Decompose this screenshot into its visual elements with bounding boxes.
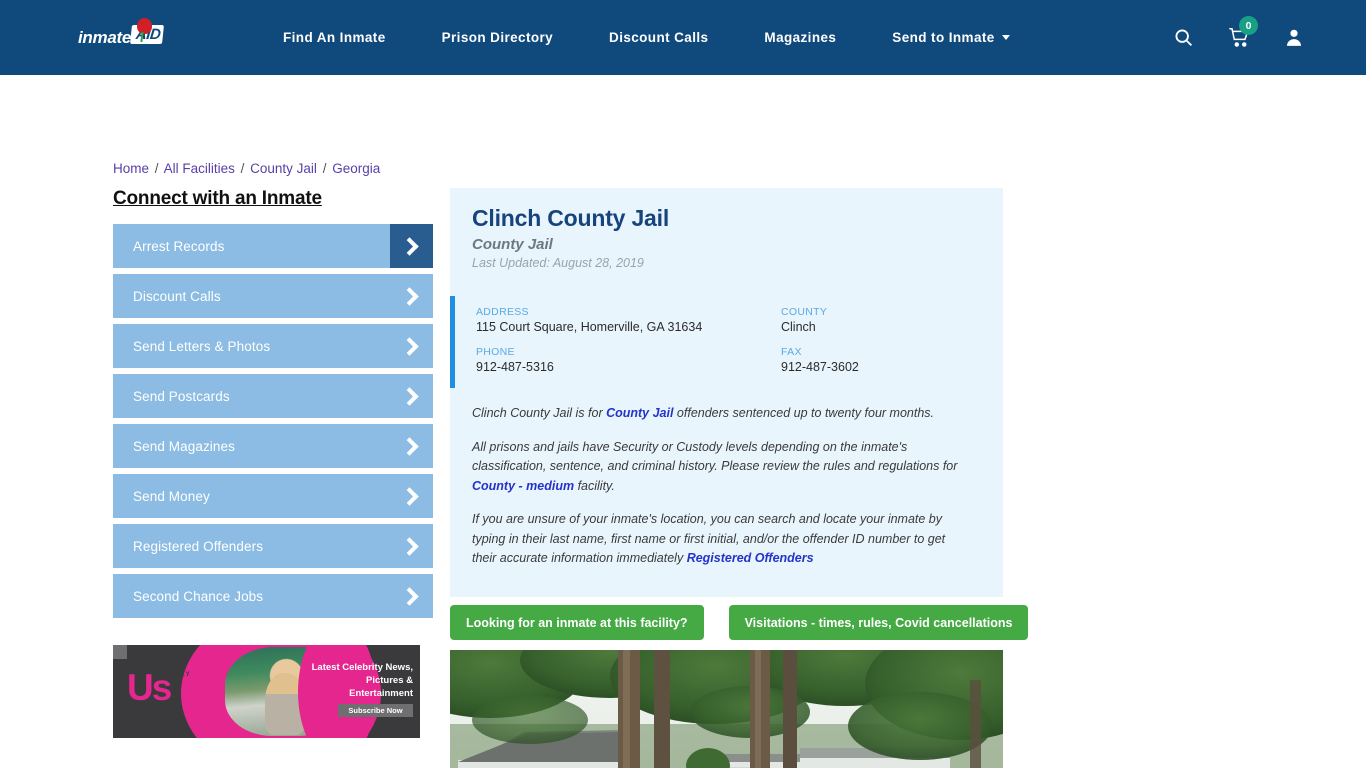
info-value: Clinch (781, 320, 816, 334)
facility-photo-image: SHERIFF'S DEPARTMENT (450, 650, 1003, 768)
info-label: ADDRESS (476, 306, 529, 318)
search-icon[interactable] (1173, 27, 1194, 48)
sidebar-item-label: Send Postcards (133, 388, 230, 404)
info-label: COUNTY (781, 306, 828, 318)
info-field-phone: PHONE 912-487-5316 (476, 346, 781, 374)
ad-copy-text: Latest Celebrity News, Pictures & Entert… (311, 662, 413, 699)
facility-info-panel: Clinch County Jail County Jail Last Upda… (450, 188, 1003, 597)
site-logo[interactable]: AID inmate (78, 18, 182, 54)
breadcrumb-separator: / (154, 161, 159, 176)
sidebar-item-label: Registered Offenders (133, 538, 264, 554)
cta-button-row: Looking for an inmate at this facility? … (450, 605, 1029, 640)
user-icon[interactable] (1284, 27, 1304, 48)
chevron-right-icon (390, 524, 433, 568)
nav-label: Find An Inmate (283, 30, 386, 45)
nav-item-send-to-inmate[interactable]: Send to Inmate (864, 0, 1037, 75)
looking-for-inmate-button[interactable]: Looking for an inmate at this facility? (450, 605, 704, 640)
breadcrumb-item-all-facilities[interactable]: All Facilities (164, 161, 235, 176)
chevron-right-icon (390, 474, 433, 518)
accent-bar (450, 296, 455, 388)
sidebar-title: Connect with an Inmate (113, 188, 322, 209)
link-county-jail[interactable]: County Jail (606, 406, 673, 420)
visitations-button[interactable]: Visitations - times, rules, Covid cancel… (728, 605, 1029, 640)
sidebar-item-label: Discount Calls (133, 288, 221, 304)
breadcrumb: Home / All Facilities / County Jail / Ge… (113, 161, 380, 176)
info-field-address: ADDRESS 115 Court Square, Homerville, GA… (476, 306, 781, 334)
facility-photo: SHERIFF'S DEPARTMENT (450, 650, 1003, 768)
site-header: AID inmate Find An Inmate Prison Directo… (0, 0, 1366, 75)
sidebar-item-send-magazines[interactable]: Send Magazines (113, 424, 433, 468)
sidebar-item-registered-offenders[interactable]: Registered Offenders (113, 524, 433, 568)
info-value: 115 Court Square, Homerville, GA 31634 (476, 320, 703, 334)
chevron-right-icon (390, 574, 433, 618)
sidebar-item-second-chance-jobs[interactable]: Second Chance Jobs (113, 574, 433, 618)
info-label: PHONE (476, 346, 515, 358)
nav-label: Send to Inmate (892, 30, 995, 45)
sidebar-item-arrest-records[interactable]: Arrest Records (113, 224, 433, 268)
ad-corner-marker (113, 645, 127, 659)
info-label: FAX (781, 346, 802, 358)
desc-text: All prisons and jails have Security or C… (472, 439, 958, 474)
link-registered-offenders[interactable]: Registered Offenders (687, 551, 814, 565)
description-paragraph-3: If you are unsure of your inmate's locat… (472, 510, 969, 569)
description-paragraph-1: Clinch County Jail is for County Jail of… (472, 404, 969, 424)
nav-label: Magazines (764, 30, 837, 45)
sidebar-item-discount-calls[interactable]: Discount Calls (113, 274, 433, 318)
sidebar-item-label: Arrest Records (133, 238, 225, 254)
nav-label: Discount Calls (609, 30, 709, 45)
chevron-right-icon (390, 424, 433, 468)
nav-item-magazines[interactable]: Magazines (736, 0, 864, 75)
ad-subscribe-button[interactable]: Subscribe Now (338, 704, 413, 717)
logo-wordmark: inmate (78, 28, 131, 47)
header-icons: 0 (1173, 0, 1304, 75)
description-paragraph-2: All prisons and jails have Security or C… (472, 438, 969, 497)
advertisement-banner[interactable]: Us WEEKLY Latest Celebrity News, Picture… (113, 645, 420, 738)
sidebar-item-label: Send Money (133, 488, 210, 504)
breadcrumb-item-georgia[interactable]: Georgia (332, 161, 380, 176)
cart-icon[interactable]: 0 (1228, 16, 1258, 48)
sidebar-item-label: Send Magazines (133, 438, 235, 454)
chevron-right-icon (390, 324, 433, 368)
logo-balloon-icon (137, 18, 152, 34)
nav-item-find-an-inmate[interactable]: Find An Inmate (255, 0, 414, 75)
facility-description: Clinch County Jail is for County Jail of… (472, 388, 969, 569)
desc-text: facility. (574, 478, 615, 493)
sidebar-item-send-money[interactable]: Send Money (113, 474, 433, 518)
breadcrumb-separator: / (240, 161, 245, 176)
breadcrumb-item-county-jail[interactable]: County Jail (250, 161, 317, 176)
chevron-right-icon (390, 374, 433, 418)
page-title: Clinch County Jail (472, 205, 670, 231)
breadcrumb-separator: / (322, 161, 327, 176)
nav-item-prison-directory[interactable]: Prison Directory (414, 0, 581, 75)
info-value: 912-487-5316 (476, 360, 554, 374)
chevron-right-icon (390, 224, 433, 268)
last-updated: Last Updated: August 28, 2019 (472, 256, 644, 270)
info-value: 912-487-3602 (781, 360, 859, 374)
sidebar-item-label: Second Chance Jobs (133, 588, 264, 604)
facility-type: County Jail (472, 236, 553, 253)
info-field-county: COUNTY Clinch (781, 306, 1003, 334)
link-county-medium[interactable]: County - medium (472, 479, 574, 493)
sidebar: Connect with an Inmate Arrest Records Di… (113, 188, 433, 624)
ad-brand-sublabel: WEEKLY (157, 672, 192, 678)
sidebar-item-send-postcards[interactable]: Send Postcards (113, 374, 433, 418)
cart-count-badge: 0 (1239, 16, 1258, 35)
page-body: Home / All Facilities / County Jail / Ge… (0, 75, 1366, 768)
nav-item-discount-calls[interactable]: Discount Calls (581, 0, 736, 75)
desc-text: offenders sentenced up to twenty four mo… (673, 406, 935, 420)
desc-text: Clinch County Jail is for (472, 406, 607, 420)
chevron-right-icon (390, 274, 433, 318)
nav-label: Prison Directory (441, 30, 554, 45)
breadcrumb-item-home[interactable]: Home (113, 161, 149, 176)
contact-info-block: ADDRESS 115 Court Square, Homerville, GA… (450, 296, 1003, 388)
chevron-down-icon (1001, 35, 1010, 40)
main-nav: Find An Inmate Prison Directory Discount… (255, 0, 1038, 75)
sidebar-item-label: Send Letters & Photos (133, 338, 271, 354)
sidebar-item-send-letters-photos[interactable]: Send Letters & Photos (113, 324, 433, 368)
info-field-fax: FAX 912-487-3602 (781, 346, 1003, 374)
